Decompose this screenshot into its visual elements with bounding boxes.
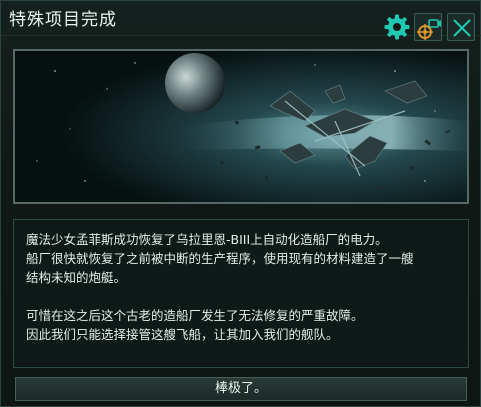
description-line: 可惜在这之后这个古老的造船厂发生了无法修复的严重故障。 [26,308,364,323]
confirm-button[interactable]: 棒极了。 [15,377,467,401]
event-dialog: 特殊项目完成 魔法少女孟菲斯成功恢复了乌拉里恩-BIII上自动化造船厂的电力。 … [0,0,481,407]
dialog-title: 特殊项目完成 [9,10,117,30]
description-line: 因此我们只能选择接管这艘飞船，让其加入我们的舰队。 [26,327,339,342]
gear-icon [384,14,410,40]
description-line: 魔法少女孟菲斯成功恢复了乌拉里恩-BIII上自动化造船厂的电力。 [26,232,388,247]
focus-camera-button[interactable] [414,13,442,41]
description-line: 结构未知的炮艇。 [26,270,127,285]
close-icon [453,19,471,37]
event-illustration [13,49,469,204]
description-line: 船厂很快就恢复了之前被中断的生产程序，使用现有的材料建造了一艘 [26,251,414,266]
space-shipyard-debris-image [15,51,467,202]
camera-target-icon [417,19,441,40]
close-button[interactable] [447,13,475,41]
settings-button[interactable] [383,13,411,41]
event-description: 魔法少女孟菲斯成功恢复了乌拉里恩-BIII上自动化造船厂的电力。 船厂很快就恢复… [13,219,469,368]
